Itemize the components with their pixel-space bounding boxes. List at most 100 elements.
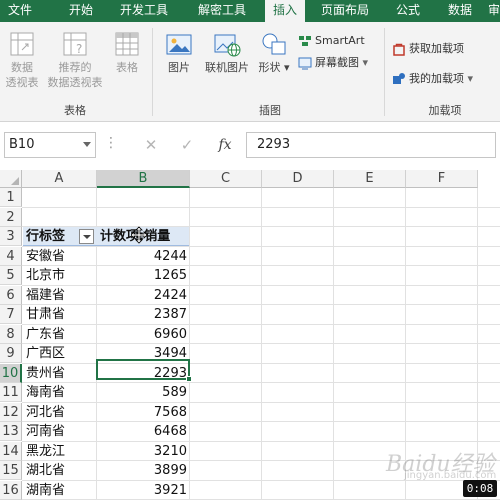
row-header-3[interactable]: 3	[0, 227, 22, 246]
my-addins-button[interactable]: 我的加载项 ▾	[392, 70, 473, 88]
video-timer: 0:08	[463, 480, 497, 497]
name-box-value: B10	[9, 137, 35, 152]
province-cell[interactable]: 贵州省	[23, 364, 97, 383]
province-cell[interactable]: 湖南省	[23, 481, 97, 500]
my-addins-icon	[393, 73, 405, 84]
row-header-12[interactable]: 12	[0, 402, 22, 422]
province-cell[interactable]: 黑龙江	[23, 442, 97, 461]
store-icon	[393, 43, 405, 56]
row-header-10[interactable]: 10	[0, 363, 22, 383]
select-all-corner[interactable]	[0, 170, 22, 188]
pivot-table-button[interactable]: 数据 透视表	[2, 30, 42, 90]
pivot-table-label-2: 透视表	[5, 76, 39, 89]
smartart-icon	[299, 36, 311, 46]
sales-count-cell[interactable]: 2387	[97, 305, 190, 324]
get-addins-button[interactable]: 获取加载项	[392, 40, 464, 58]
ribbon-tab-bar: 文件 开始 开发工具 解密工具 插入 页面布局 公式 数据 审	[0, 0, 500, 23]
row-header-9[interactable]: 9	[0, 344, 22, 363]
tab-file[interactable]: 文件	[0, 0, 40, 22]
name-box[interactable]: B10	[4, 132, 96, 158]
shapes-label: 形状 ▾	[258, 61, 290, 74]
recommended-pivot-icon: ?	[63, 32, 87, 56]
row-header-13[interactable]: 13	[0, 422, 22, 441]
my-addins-dropdown-icon: ▾	[464, 72, 474, 85]
smartart-button[interactable]: SmartArt	[298, 32, 365, 50]
province-cell[interactable]: 广东省	[23, 325, 97, 344]
pivot-table-icon	[10, 32, 34, 56]
row-header-4[interactable]: 4	[0, 246, 22, 266]
gridline-horizontal	[22, 206, 500, 208]
province-cell[interactable]: 河北省	[23, 403, 97, 422]
group-separator	[384, 28, 385, 116]
select-all-triangle-icon	[11, 177, 19, 185]
sales-count-cell[interactable]: 7568	[97, 403, 190, 422]
column-header-a[interactable]: A	[22, 170, 97, 188]
recommended-pivot-button[interactable]: ? 推荐的 数据透视表	[44, 30, 106, 90]
column-header-c[interactable]: C	[190, 170, 262, 188]
row-header-14[interactable]: 14	[0, 441, 22, 461]
column-header-e[interactable]: E	[334, 170, 406, 188]
my-addins-label: 我的加载项	[409, 72, 464, 85]
row-header-8[interactable]: 8	[0, 324, 22, 344]
tab-data[interactable]: 数据	[438, 0, 482, 22]
sales-count-cell[interactable]: 6960	[97, 325, 190, 344]
province-cell[interactable]: 福建省	[23, 286, 97, 305]
sales-count-cell[interactable]: 3921	[97, 481, 190, 500]
province-cell[interactable]: 甘肃省	[23, 305, 97, 324]
row-header-7[interactable]: 7	[0, 305, 22, 324]
cancel-button[interactable]: ✕	[136, 132, 166, 158]
pivot-row-label-header[interactable]: 行标签	[23, 227, 79, 246]
row-header-11[interactable]: 11	[0, 383, 22, 402]
online-picture-button[interactable]: 联机图片	[200, 30, 254, 75]
picture-button[interactable]: 图片	[160, 30, 198, 75]
addins-group-label: 加载项	[428, 104, 462, 117]
row-header-5[interactable]: 5	[0, 266, 22, 285]
tab-insert[interactable]: 插入	[265, 0, 305, 23]
filter-dropdown-button[interactable]	[79, 229, 94, 244]
sales-count-cell[interactable]: 6468	[97, 422, 190, 441]
shapes-button[interactable]: 形状 ▾	[256, 30, 292, 75]
province-cell[interactable]: 海南省	[23, 383, 97, 402]
table-label: 表格	[116, 61, 138, 74]
table-button[interactable]: 表格	[108, 30, 146, 75]
recommended-pivot-label-2: 数据透视表	[47, 76, 103, 89]
tab-review[interactable]: 审	[484, 0, 500, 22]
tab-page-layout[interactable]: 页面布局	[313, 0, 377, 22]
sales-count-cell[interactable]: 589	[97, 383, 190, 402]
province-cell[interactable]: 北京市	[23, 266, 97, 285]
online-picture-icon	[214, 34, 241, 57]
province-cell[interactable]: 安徽省	[23, 247, 97, 266]
screenshot-dropdown-icon: ▾	[359, 56, 369, 69]
tab-developer[interactable]: 开发工具	[108, 0, 180, 22]
column-header-b[interactable]: B	[97, 170, 190, 188]
column-header-f[interactable]: F	[406, 170, 478, 188]
formula-controls: ⋮ ✕ ✓ fx	[104, 132, 244, 158]
row-header-16[interactable]: 16	[0, 480, 22, 500]
get-addins-label: 获取加载项	[409, 42, 464, 55]
sales-count-cell[interactable]: 1265	[97, 266, 190, 285]
formula-input[interactable]: 2293	[246, 132, 496, 158]
row-header-2[interactable]: 2	[0, 207, 22, 227]
row-header-6[interactable]: 6	[0, 285, 22, 305]
province-cell[interactable]: 湖北省	[23, 461, 97, 480]
sales-count-cell[interactable]: 2424	[97, 286, 190, 305]
province-cell[interactable]: 广西区	[23, 344, 97, 363]
row-header-1[interactable]: 1	[0, 188, 22, 207]
sales-count-cell[interactable]: 3210	[97, 442, 190, 461]
tab-decrypt-tools[interactable]: 解密工具	[188, 0, 256, 22]
column-header-d[interactable]: D	[262, 170, 334, 188]
province-cell[interactable]: 河南省	[23, 422, 97, 441]
insert-function-button[interactable]: fx	[210, 132, 240, 158]
online-picture-label: 联机图片	[205, 61, 249, 74]
tab-home[interactable]: 开始	[58, 0, 104, 22]
screenshot-button[interactable]: 屏幕截图 ▾	[298, 54, 368, 72]
tab-formulas[interactable]: 公式	[386, 0, 430, 22]
splitter-dots-icon[interactable]: ⋮	[104, 136, 118, 150]
enter-button[interactable]: ✓	[172, 132, 202, 158]
name-box-dropdown-icon[interactable]	[83, 142, 91, 147]
sales-count-cell[interactable]: 3899	[97, 461, 190, 480]
svg-text:?: ?	[76, 42, 82, 56]
sales-count-cell[interactable]: 4244	[97, 247, 190, 266]
fill-handle[interactable]	[186, 376, 192, 382]
row-header-15[interactable]: 15	[0, 461, 22, 480]
